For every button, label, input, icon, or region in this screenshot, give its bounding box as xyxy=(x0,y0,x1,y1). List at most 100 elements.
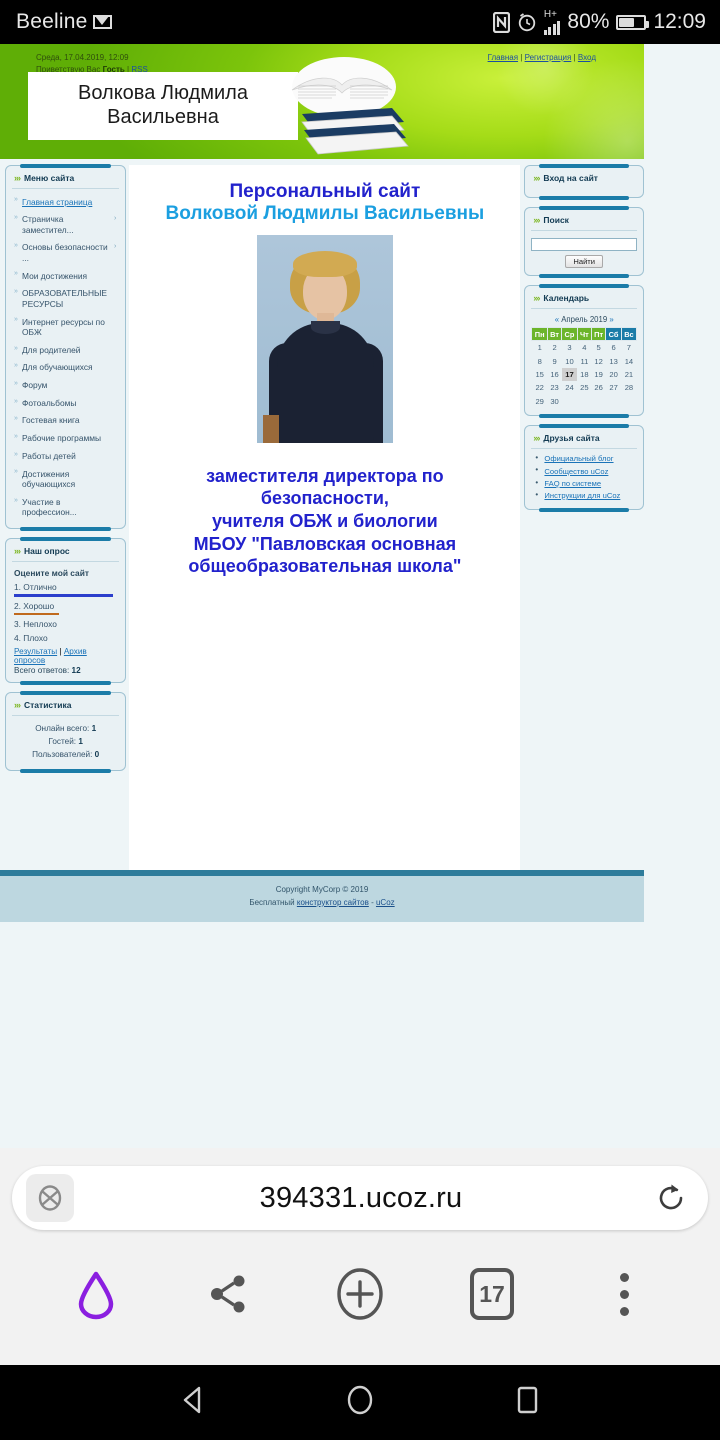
calendar-header-row: Пн Вт Ср Чт Пт Сб Вс xyxy=(531,327,637,341)
poll-total: Всего ответов: 12 xyxy=(12,665,119,675)
calendar-weekday-sun: Вс xyxy=(620,327,637,341)
calendar-day[interactable]: 9 xyxy=(547,354,561,367)
network-type-label: H+ xyxy=(543,8,557,20)
calendar-day[interactable]: 11 xyxy=(577,354,591,367)
sidebar-item-internet-resources[interactable]: Интернет ресурсы по ОБЖ xyxy=(12,313,119,341)
calendar-day[interactable]: 16 xyxy=(547,368,561,381)
calendar-day[interactable]: 3 xyxy=(562,341,578,355)
calendar-prev-month-button[interactable]: « xyxy=(555,315,559,324)
poll-option-3[interactable]: 3. Неплохо xyxy=(12,618,119,629)
overflow-menu-icon[interactable] xyxy=(589,1259,659,1329)
calendar-day[interactable]: 5 xyxy=(591,341,605,355)
calendar-day[interactable]: 19 xyxy=(591,368,605,381)
sidebar-item-safety-basics[interactable]: Основы безопасности ...› xyxy=(12,239,119,267)
webview-content[interactable]: Среда, 17.04.2019, 12:09 Приветствую Вас… xyxy=(0,44,720,1192)
calendar-day[interactable]: 28 xyxy=(621,381,636,394)
browser-toolbar: 17 xyxy=(0,1248,720,1340)
calendar-weekday-wed: Ср xyxy=(561,327,578,341)
sidebar-item-childrens-works[interactable]: Работы детей xyxy=(12,447,119,465)
calendar-day[interactable]: 24 xyxy=(562,381,578,394)
recents-square-icon[interactable] xyxy=(510,1383,544,1422)
calendar-day[interactable]: 25 xyxy=(577,381,591,394)
friend-link-instructions[interactable]: Инструкции для uCoz xyxy=(544,491,620,500)
right-sidebar: ››› Вход на сайт ››› Поиск Найти ››› Кал… xyxy=(524,164,644,519)
top-link-register[interactable]: Регистрация xyxy=(525,53,572,62)
calendar-week-row: 22 23 24 25 26 27 28 xyxy=(532,381,637,394)
calendar-day[interactable]: 20 xyxy=(606,368,622,381)
sidebar-item-photoalbums[interactable]: Фотоальбомы xyxy=(12,394,119,412)
calendar-day[interactable]: 10 xyxy=(562,354,578,367)
calendar-day[interactable]: 8 xyxy=(532,354,548,367)
top-link-login[interactable]: Вход xyxy=(578,53,596,62)
calendar-day[interactable]: 23 xyxy=(547,381,561,394)
list-item[interactable]: Инструкции для uCoz xyxy=(533,489,637,501)
sidebar-item-for-parents[interactable]: Для родителей xyxy=(12,341,119,359)
sidebar-item-achievements[interactable]: Мои достижения xyxy=(12,267,119,285)
sidebar-item-home[interactable]: Главная страница xyxy=(12,193,119,211)
tab-count-label: 17 xyxy=(470,1268,514,1320)
calendar-day[interactable]: 4 xyxy=(577,341,591,355)
calendar-day[interactable]: 1 xyxy=(532,341,548,355)
new-tab-plus-icon[interactable] xyxy=(325,1259,395,1329)
calendar-day[interactable]: 2 xyxy=(547,341,561,355)
reload-icon[interactable] xyxy=(648,1181,694,1215)
calendar-day[interactable]: 18 xyxy=(577,368,591,381)
back-triangle-icon[interactable] xyxy=(176,1383,210,1422)
tab-counter[interactable]: 17 xyxy=(457,1259,527,1329)
sidebar-item-for-students[interactable]: Для обучающихся xyxy=(12,359,119,377)
footer-ucoz-link[interactable]: uCoz xyxy=(376,898,395,907)
calendar-day[interactable]: 6 xyxy=(606,341,622,355)
calendar-day[interactable]: 14 xyxy=(621,354,636,367)
poll-results-link[interactable]: Результаты xyxy=(14,647,57,656)
list-item[interactable]: Официальный блог xyxy=(533,453,637,465)
list-item[interactable]: Сообщество uCoz xyxy=(533,465,637,477)
calendar-next-month-button[interactable]: » xyxy=(609,315,613,324)
home-logo-icon[interactable] xyxy=(61,1259,131,1329)
chevron-right-icon: › xyxy=(114,242,117,250)
sidebar-item-professional-participation[interactable]: Участие в профессион... xyxy=(12,493,119,521)
status-clock: 12:09 xyxy=(653,10,706,33)
footer-dash: - xyxy=(371,897,374,907)
list-item[interactable]: FAQ по системе xyxy=(533,477,637,489)
calendar-day[interactable]: 13 xyxy=(606,354,622,367)
calendar-day[interactable]: 21 xyxy=(621,368,636,381)
calendar-weekday-thu: Чт xyxy=(576,327,592,341)
content-body: Персональный сайт Волковой Людмилы Васил… xyxy=(129,165,520,598)
search-submit-button[interactable]: Найти xyxy=(565,255,604,268)
poll-option-1[interactable]: 1. Отлично xyxy=(12,581,119,592)
calendar-day[interactable]: 22 xyxy=(532,381,548,394)
sidebar-item-educational-resources[interactable]: ОБРАЗОВАТЕЛЬНЫЕ РЕСУРСЫ xyxy=(12,285,119,313)
calendar-day[interactable]: 12 xyxy=(591,354,605,367)
friend-link-community[interactable]: Сообщество uCoz xyxy=(544,467,608,476)
status-bar-right: H+ 80% 12:09 xyxy=(492,8,706,35)
calendar-day[interactable]: 30 xyxy=(547,395,561,408)
share-icon[interactable] xyxy=(193,1259,263,1329)
poll-option-2[interactable]: 2. Хорошо xyxy=(12,600,119,611)
calendar-day-today[interactable]: 17 xyxy=(561,367,578,382)
friends-block: ››› Друзья сайта Официальный блог Сообще… xyxy=(524,423,644,512)
stat-row-users: Пользователей: 0 xyxy=(32,749,100,759)
sidebar-item-forum[interactable]: Форум xyxy=(12,377,119,395)
blocked-content-icon[interactable] xyxy=(26,1174,74,1222)
home-circle-icon[interactable] xyxy=(343,1383,377,1422)
search-block: ››› Поиск Найти xyxy=(524,206,644,278)
android-nav-bar xyxy=(0,1365,720,1440)
calendar-day[interactable]: 29 xyxy=(532,395,548,408)
sidebar-item-deputy-page[interactable]: Страничка заместител...› xyxy=(12,211,119,239)
calendar-day[interactable]: 7 xyxy=(621,341,636,355)
sidebar-item-student-achievements[interactable]: Достижения обучающихся xyxy=(12,465,119,493)
friend-link-official-blog[interactable]: Официальный блог xyxy=(544,454,613,463)
search-input[interactable] xyxy=(531,238,637,251)
sidebar-item-guestbook[interactable]: Гостевая книга xyxy=(12,412,119,430)
footer-builder-link[interactable]: конструктор сайтов xyxy=(297,898,369,907)
poll-option-4[interactable]: 4. Плохо xyxy=(12,629,119,643)
omnibox[interactable]: 394331.ucoz.ru xyxy=(12,1166,708,1230)
friend-link-faq[interactable]: FAQ по системе xyxy=(544,479,601,488)
calendar-day[interactable]: 27 xyxy=(606,381,622,394)
calendar-day[interactable]: 15 xyxy=(532,368,548,381)
sidebar-item-work-programs[interactable]: Рабочие программы xyxy=(12,430,119,448)
top-link-home[interactable]: Главная xyxy=(488,53,518,62)
url-text[interactable]: 394331.ucoz.ru xyxy=(74,1182,648,1215)
calendar-day[interactable]: 26 xyxy=(591,381,605,394)
chevrons-icon: ››› xyxy=(533,432,540,443)
